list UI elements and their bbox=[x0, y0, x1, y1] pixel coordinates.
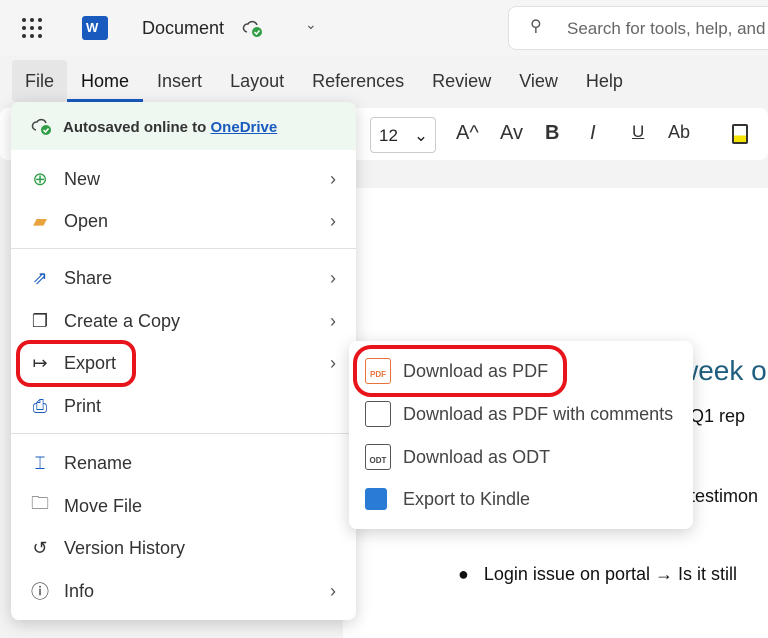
app-launcher-icon[interactable] bbox=[22, 18, 42, 38]
word-logo-icon: W bbox=[82, 16, 108, 40]
grow-font-button[interactable]: A^ bbox=[456, 122, 479, 145]
printer-icon: ⎙ bbox=[32, 395, 48, 416]
tab-view[interactable]: View bbox=[505, 60, 572, 102]
submenu-label: Download as PDF with comments bbox=[403, 403, 674, 424]
menu-item-rename[interactable]: ⌶ Rename bbox=[11, 443, 356, 483]
doc-bullet: ● Login issue on portal → Is it still bbox=[458, 564, 737, 585]
share-icon: ⇗ bbox=[32, 267, 48, 288]
chevron-right-icon: › bbox=[330, 267, 336, 288]
download-pdf-comments-item[interactable]: Download as PDF with comments bbox=[349, 394, 693, 434]
menu-item-move-file[interactable]: 🗀 Move File bbox=[11, 486, 356, 526]
menu-label: Info bbox=[64, 580, 95, 601]
divider bbox=[11, 248, 356, 249]
highlight-oval-export bbox=[16, 340, 136, 387]
autosave-text: Autosaved online to bbox=[63, 119, 207, 136]
menu-label: Move File bbox=[64, 495, 143, 516]
chevron-right-icon: › bbox=[330, 580, 336, 601]
cloud-saved-icon bbox=[31, 118, 51, 135]
cloud-saved-icon bbox=[242, 20, 262, 37]
menu-item-version-history[interactable]: ↺ Version History bbox=[11, 528, 356, 568]
rename-icon: ⌶ bbox=[34, 452, 46, 473]
info-icon: ⓘ bbox=[31, 582, 49, 602]
bullet-icon: ● bbox=[458, 564, 469, 584]
font-size-value: 12 bbox=[379, 126, 398, 145]
italic-button[interactable]: I bbox=[590, 122, 596, 145]
highlight-oval-download-pdf bbox=[353, 345, 567, 397]
font-size-select[interactable]: 12 ⌄ bbox=[370, 117, 436, 153]
tab-review[interactable]: Review bbox=[418, 60, 505, 102]
document-title[interactable]: Document bbox=[142, 18, 224, 39]
menu-label: Share bbox=[64, 267, 113, 288]
menu-label: Rename bbox=[64, 452, 133, 473]
divider bbox=[11, 433, 356, 434]
submenu-label: Export to Kindle bbox=[403, 488, 531, 509]
bullet-text: Login issue on portal → Is it still bbox=[483, 564, 738, 584]
menu-item-print[interactable]: ⎙ Print bbox=[11, 386, 356, 426]
tab-insert[interactable]: Insert bbox=[143, 60, 216, 102]
tab-file[interactable]: File bbox=[12, 60, 68, 102]
search-icon: ⚲ bbox=[530, 18, 542, 35]
pdf-comments-icon bbox=[365, 401, 391, 427]
tab-help[interactable]: Help bbox=[572, 60, 637, 102]
chevron-right-icon: › bbox=[330, 310, 336, 331]
chevron-right-icon: › bbox=[330, 210, 336, 231]
menu-label: Version History bbox=[64, 537, 186, 558]
move-folder-icon: 🗀 bbox=[31, 493, 49, 513]
menu-label: New bbox=[64, 168, 101, 189]
highlighter-icon[interactable] bbox=[732, 124, 748, 144]
menu-label: Create a Copy bbox=[64, 310, 181, 331]
copy-icon: ❐ bbox=[31, 310, 49, 331]
odt-file-icon: ODT bbox=[365, 444, 391, 470]
onedrive-link[interactable]: OneDrive bbox=[211, 119, 278, 136]
kindle-icon bbox=[365, 488, 387, 510]
search-input[interactable]: Search for tools, help, and more bbox=[508, 6, 768, 50]
chevron-right-icon: › bbox=[330, 168, 336, 189]
bold-button[interactable]: B bbox=[545, 122, 559, 145]
tab-layout[interactable]: Layout bbox=[216, 60, 298, 102]
chevron-down-icon: ⌄ bbox=[413, 126, 429, 145]
folder-icon: ▰ bbox=[33, 210, 47, 231]
menu-item-info[interactable]: ⓘ Info › bbox=[11, 571, 356, 611]
underline-button[interactable]: U bbox=[632, 122, 644, 142]
download-odt-item[interactable]: ODT Download as ODT bbox=[349, 437, 693, 477]
title-chevron-down-icon[interactable]: ⌄ bbox=[305, 16, 317, 33]
menu-item-share[interactable]: ⇗ Share › bbox=[11, 258, 356, 298]
shrink-font-button[interactable]: Av bbox=[500, 122, 523, 145]
menu-item-open[interactable]: ▰ Open › bbox=[11, 201, 356, 241]
menu-item-create-copy[interactable]: ❐ Create a Copy › bbox=[11, 301, 356, 341]
tab-references[interactable]: References bbox=[298, 60, 418, 102]
text-effects-button[interactable]: Ab bbox=[668, 122, 690, 143]
tab-home[interactable]: Home bbox=[67, 60, 144, 102]
plus-circle-icon: ⊕ bbox=[32, 168, 48, 189]
menu-item-new[interactable]: ⊕ New › bbox=[11, 159, 356, 199]
export-kindle-item[interactable]: Export to Kindle bbox=[349, 479, 693, 519]
autosave-banner: Autosaved online to OneDrive bbox=[11, 102, 356, 150]
ribbon-tabs: File Home Insert Layout References Revie… bbox=[0, 60, 637, 102]
chevron-right-icon: › bbox=[330, 352, 336, 373]
history-icon: ↺ bbox=[32, 537, 48, 558]
menu-label: Print bbox=[64, 395, 102, 416]
menu-label: Open bbox=[64, 210, 109, 231]
submenu-label: Download as ODT bbox=[403, 446, 551, 467]
